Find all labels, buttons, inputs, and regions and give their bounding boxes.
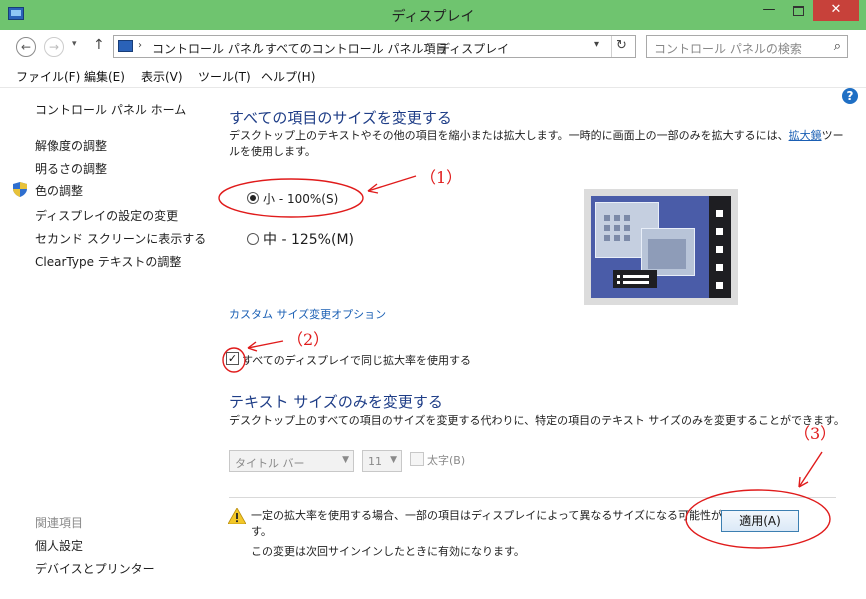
annotation-arrow-3 xyxy=(798,451,823,488)
annotation-circle-2 xyxy=(222,347,246,373)
annotation-circle-3 xyxy=(685,489,831,549)
red-annotations xyxy=(218,175,831,549)
annotation-label-2: （2） xyxy=(287,330,330,349)
annotation-circle-1 xyxy=(218,178,364,218)
annotation-arrow-1 xyxy=(367,175,417,192)
annotation-label-1: （1） xyxy=(420,168,463,187)
annotation-label-3: （3） xyxy=(794,424,837,443)
